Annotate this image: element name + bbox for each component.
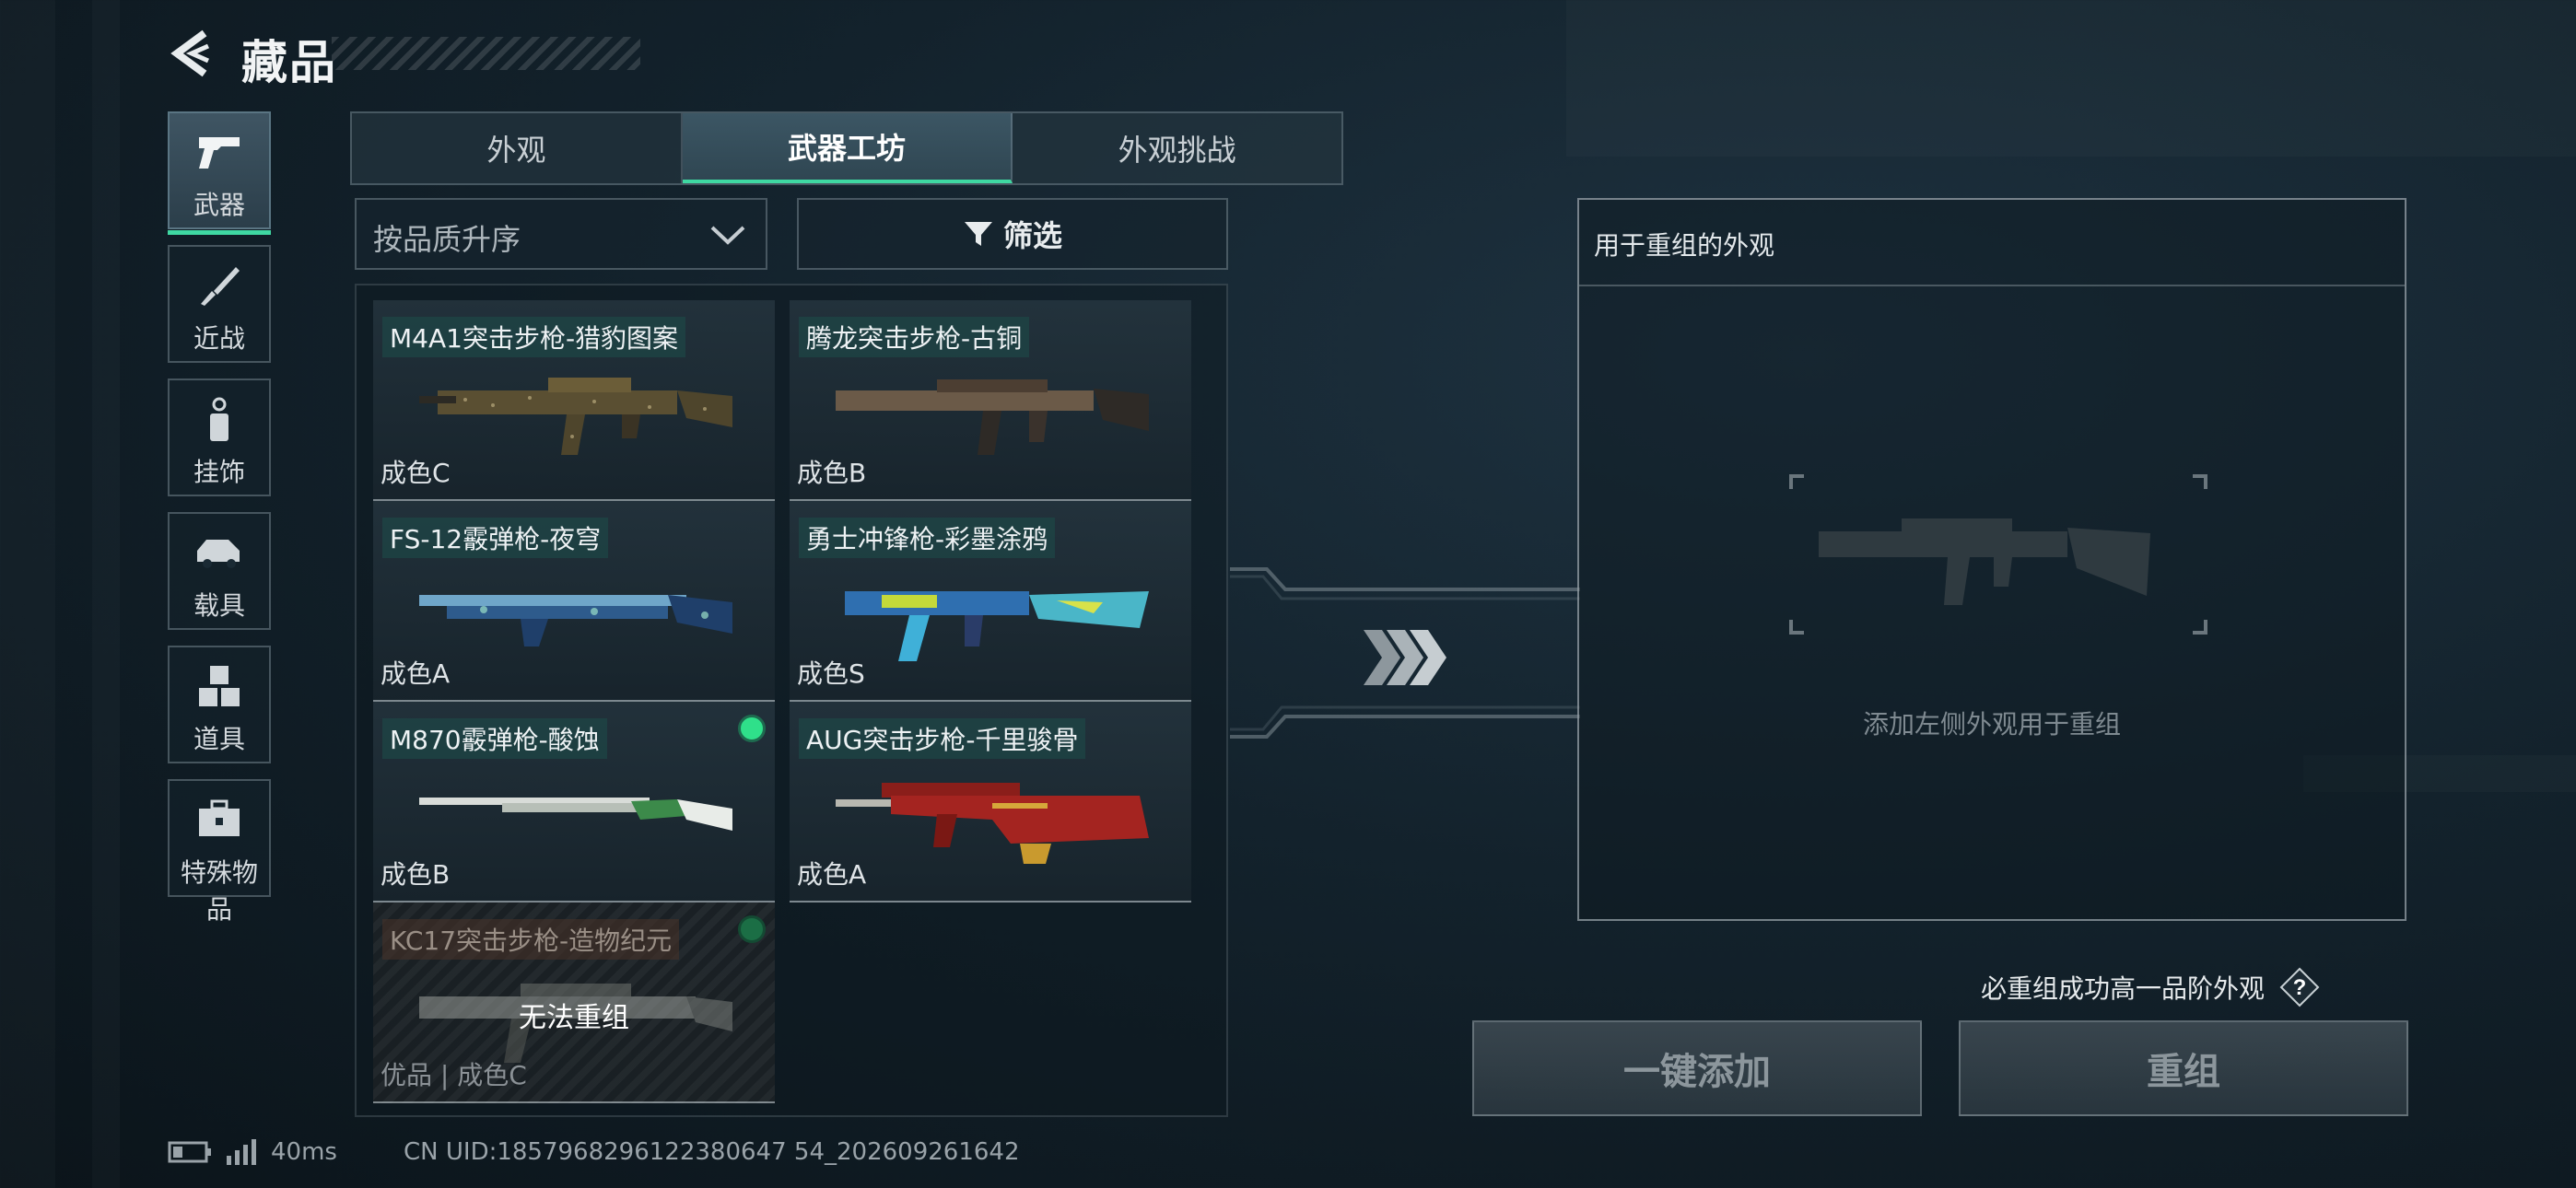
rifle-image (836, 783, 1149, 864)
sidebar-item-label: 近战 (193, 323, 245, 354)
recombine-panel: 用于重组的外观 添加左侧外观用于重组 (1577, 198, 2406, 921)
toolbox-icon (199, 799, 240, 836)
smg-image (845, 591, 1149, 661)
chevron-down-icon (710, 226, 745, 245)
equipped-indicator (738, 915, 766, 943)
sort-label: 按品质升序 (373, 222, 521, 257)
back-arrow-icon[interactable] (166, 26, 221, 81)
page-title: 藏品 (241, 36, 337, 89)
svg-text:?: ? (2293, 975, 2307, 1000)
vehicle-icon (197, 540, 240, 568)
skin-card[interactable]: 腾龙突击步枪-古铜 成色B (790, 300, 1191, 501)
status-bar: 40ms (168, 1138, 337, 1166)
tab-bar: 外观 武器工坊 外观挑战 (350, 111, 1343, 185)
skin-name: FS-12霰弹枪-夜穹 (382, 518, 609, 558)
sidebar-item-label: 载具 (193, 590, 245, 621)
skin-name: M4A1突击步枪-猎豹图案 (382, 317, 686, 357)
skin-card[interactable]: 勇士冲锋枪-彩墨涂鸦 成色S (790, 501, 1191, 702)
recombine-button[interactable]: 重组 (1959, 1020, 2408, 1116)
skin-grade: 成色A (381, 658, 451, 689)
skin-card[interactable]: M4A1突击步枪-猎豹图案 成色C (373, 300, 775, 501)
empty-slot-rifle-icon[interactable] (1782, 467, 2215, 642)
help-question-icon[interactable]: ? (2279, 967, 2320, 1007)
skin-name: KC17突击步枪-造物纪元 (382, 919, 680, 960)
skin-grid: M4A1突击步枪-猎豹图案 成色C 腾龙突击步枪-古铜 成色B FS-12霰弹枪… (355, 284, 1228, 1117)
skin-grade: 成色S (797, 658, 865, 689)
skin-card[interactable]: M870霰弹枪-酸蚀 成色B (373, 702, 775, 903)
recombine-title: 用于重组的外观 (1594, 230, 1775, 261)
title-decoration (332, 37, 640, 70)
guarantee-note: 必重组成功高一品阶外观 ? (1981, 967, 2320, 1007)
flow-arrows-icon (1230, 567, 1580, 739)
charm-icon (210, 397, 228, 441)
skin-name: 勇士冲锋枪-彩墨涂鸦 (799, 518, 1056, 558)
sidebar-item-vehicles[interactable]: 载具 (168, 512, 271, 630)
signal-icon (227, 1139, 256, 1165)
filter-funnel-icon (964, 222, 992, 246)
cubes-icon (199, 666, 240, 706)
sidebar-item-items[interactable]: 道具 (168, 646, 271, 763)
user-uid: CN UID:1857968296122380647 54_2026092616… (404, 1138, 1020, 1166)
guarantee-text: 必重组成功高一品阶外观 (1981, 973, 2266, 1004)
knife-icon (201, 267, 240, 306)
skin-card[interactable]: FS-12霰弹枪-夜穹 成色A (373, 501, 775, 702)
tab-appearance[interactable]: 外观 (352, 113, 683, 183)
recombine-hint: 添加左侧外观用于重组 (1862, 709, 2121, 740)
skin-grade: 成色C (381, 458, 451, 488)
sidebar-item-label: 特殊物品 (180, 857, 258, 925)
sidebar-item-charms[interactable]: 挂饰 (168, 379, 271, 496)
skin-grade: 优品 | 成色C (381, 1060, 527, 1090)
skin-name: M870霰弹枪-酸蚀 (382, 718, 607, 759)
sidebar-item-label: 道具 (193, 724, 245, 754)
skin-grade: 成色B (381, 859, 451, 890)
battery-icon (168, 1141, 211, 1163)
skin-card[interactable]: AUG突击步枪-千里骏骨 成色A (790, 702, 1191, 903)
skin-grade: 成色A (797, 859, 867, 890)
sidebar-item-melee[interactable]: 近战 (168, 245, 271, 363)
add-all-button[interactable]: 一键添加 (1472, 1020, 1922, 1116)
skin-grade: 成色B (797, 458, 867, 488)
sidebar-item-special[interactable]: 特殊物品 (168, 779, 271, 925)
skin-name: AUG突击步枪-千里骏骨 (799, 718, 1086, 759)
sidebar-item-weapons[interactable]: 武器 (168, 111, 271, 235)
filter-button[interactable]: 筛选 (797, 198, 1228, 270)
equipped-indicator (738, 715, 766, 742)
rifle-image (836, 379, 1149, 455)
recombine-header: 用于重组的外观 (1579, 200, 2405, 286)
sidebar-item-label: 武器 (193, 190, 245, 220)
filter-label: 筛选 (1002, 218, 1062, 253)
skin-card-disabled: KC17突击步枪-造物纪元 无法重组 优品 | 成色C (373, 903, 775, 1103)
sort-dropdown[interactable]: 按品质升序 (355, 198, 767, 270)
ping-value: 40ms (271, 1138, 337, 1166)
cannot-recombine-label: 无法重组 (519, 1002, 629, 1034)
pistol-icon (199, 137, 240, 169)
rifle-image (419, 378, 732, 455)
shotgun-image (419, 595, 732, 646)
skin-name: 腾龙突击步枪-古铜 (799, 317, 1030, 357)
tab-weapon-workshop[interactable]: 武器工坊 (682, 113, 1013, 183)
tab-appearance-challenge[interactable]: 外观挑战 (1013, 113, 1341, 183)
sidebar-item-label: 挂饰 (193, 457, 245, 487)
shotgun-image (419, 798, 732, 831)
